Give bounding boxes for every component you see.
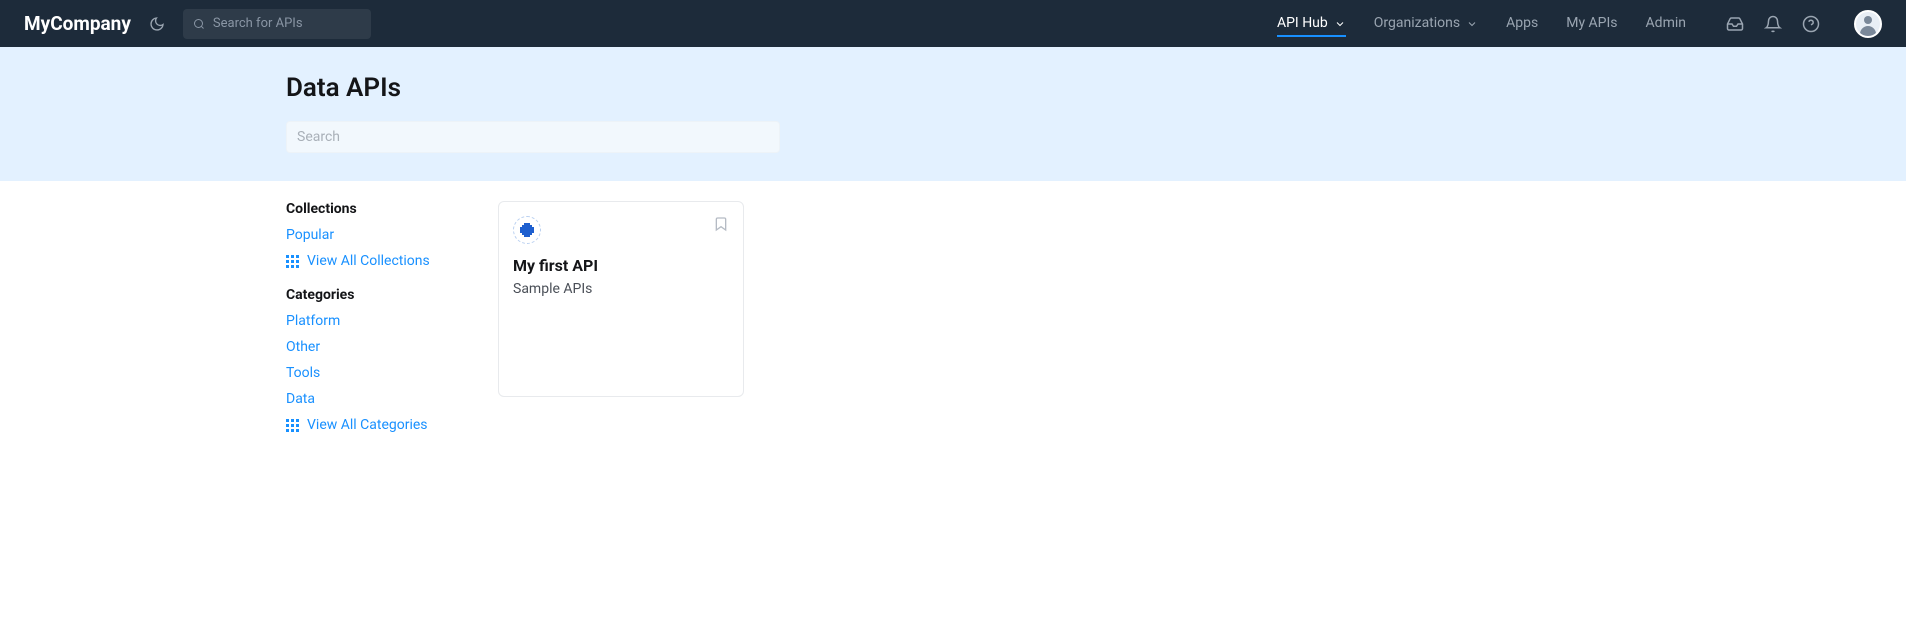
nav-admin[interactable]: Admin <box>1646 0 1686 47</box>
sidebar-link-tools[interactable]: Tools <box>286 365 448 381</box>
nav-my-apis[interactable]: My APIs <box>1566 0 1617 47</box>
categories-heading: Categories <box>286 287 448 303</box>
moon-icon <box>149 16 165 32</box>
api-icon-inner <box>522 225 532 235</box>
chevron-down-icon <box>1466 18 1478 30</box>
hero-inner: Data APIs <box>286 73 1286 153</box>
page-title: Data APIs <box>286 73 1286 103</box>
bookmark-icon <box>713 216 729 232</box>
header-right: API Hub Organizations Apps My APIs Admin <box>1277 0 1882 47</box>
nav-apps[interactable]: Apps <box>1506 0 1538 47</box>
hero: Data APIs <box>0 47 1906 181</box>
page-search-input[interactable] <box>297 129 769 145</box>
nav-api-hub-label: API Hub <box>1277 0 1328 47</box>
nav-organizations[interactable]: Organizations <box>1374 0 1478 47</box>
sidebar-link-data[interactable]: Data <box>286 391 448 407</box>
chevron-down-icon <box>1334 18 1346 30</box>
sidebar-link-popular[interactable]: Popular <box>286 227 448 243</box>
global-search[interactable] <box>183 9 371 39</box>
content: My first API Sample APIs <box>498 201 744 451</box>
global-search-input[interactable] <box>213 16 361 31</box>
view-all-collections-label: View All Collections <box>307 253 430 269</box>
theme-toggle[interactable] <box>149 16 165 32</box>
card-title: My first API <box>513 256 729 275</box>
page-search[interactable] <box>286 121 780 153</box>
bell-icon <box>1764 15 1782 33</box>
sidebar-link-platform[interactable]: Platform <box>286 313 448 329</box>
nav-organizations-label: Organizations <box>1374 0 1460 47</box>
header-left: MyCompany <box>24 9 371 39</box>
search-icon <box>193 18 205 30</box>
top-nav: MyCompany API Hub Organizations Apps My … <box>0 0 1906 47</box>
logo[interactable]: MyCompany <box>24 12 131 35</box>
help-button[interactable] <box>1802 15 1820 33</box>
sidebar-link-other[interactable]: Other <box>286 339 448 355</box>
sidebar: Collections Popular View All Collections… <box>286 201 448 451</box>
grid-icon <box>286 419 299 432</box>
bookmark-button[interactable] <box>713 216 729 236</box>
grid-icon <box>286 255 299 268</box>
sidebar-link-view-all-collections[interactable]: View All Collections <box>286 253 448 269</box>
notifications-button[interactable] <box>1764 15 1782 33</box>
header-icons <box>1726 10 1882 38</box>
api-card[interactable]: My first API Sample APIs <box>498 201 744 397</box>
categories-section: Categories Platform Other Tools Data Vie… <box>286 287 448 433</box>
card-top <box>513 216 729 244</box>
api-icon <box>513 216 541 244</box>
user-avatar[interactable] <box>1854 10 1882 38</box>
inbox-icon <box>1726 15 1744 33</box>
inbox-button[interactable] <box>1726 15 1744 33</box>
view-all-categories-label: View All Categories <box>307 417 428 433</box>
nav-api-hub[interactable]: API Hub <box>1277 0 1346 47</box>
sidebar-link-view-all-categories[interactable]: View All Categories <box>286 417 448 433</box>
card-description: Sample APIs <box>513 281 729 297</box>
help-icon <box>1802 15 1820 33</box>
main: Collections Popular View All Collections… <box>0 181 1906 451</box>
collections-heading: Collections <box>286 201 448 217</box>
